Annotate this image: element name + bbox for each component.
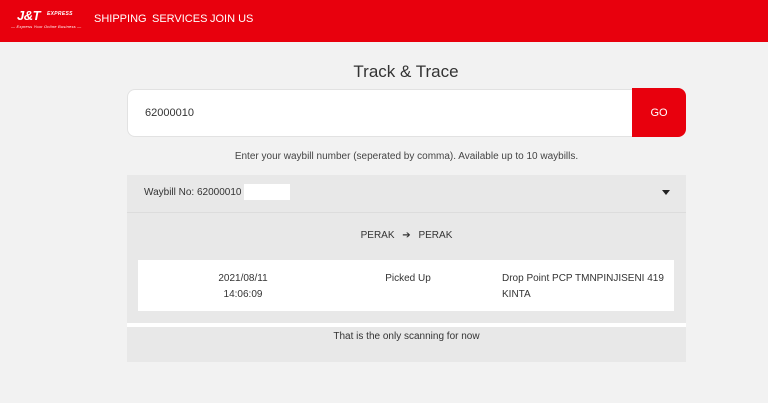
go-button[interactable]: GO	[632, 88, 686, 137]
nav-link-join-us[interactable]: JOIN US	[210, 13, 253, 25]
search-hint-text: Enter your waybill number (seperated by …	[234, 151, 579, 162]
scan-date: 2021/08/11	[218, 273, 268, 284]
scan-footer-note: That is the only scanning for now	[333, 331, 480, 342]
nav-link-services[interactable]: SERVICES	[152, 13, 207, 25]
redacted-area	[244, 184, 290, 200]
scan-row: 2021/08/11 14:06:09 Picked Up Drop Point…	[138, 260, 674, 311]
logo-tagline: — Express Your Online Business —	[11, 24, 82, 29]
jt-express-logo[interactable]: J&T EXPRESS — Express Your Online Busine…	[9, 8, 82, 32]
route-origin: PERAK	[360, 230, 395, 241]
scan-status: Picked Up	[385, 273, 431, 284]
scan-location: Drop Point PCP TMNPINJISENI 419 KINTA	[502, 271, 672, 303]
scan-datetime: 2021/08/11 14:06:09	[188, 271, 298, 303]
page-title: Track & Trace	[353, 62, 459, 81]
route-destination: PERAK	[418, 230, 453, 241]
logo-sup-text: EXPRESS	[47, 11, 73, 17]
tracking-result-panel: Waybill No: 62000010 PERAK ➔ PERAK 2021/…	[127, 175, 686, 362]
scan-location-line1: Drop Point PCP TMNPINJISENI 419	[502, 273, 664, 284]
scan-time: 14:06:09	[223, 289, 263, 300]
waybill-search-input[interactable]	[127, 89, 633, 137]
route-summary: PERAK ➔ PERAK	[127, 230, 686, 241]
arrow-right-icon: ➔	[402, 230, 411, 241]
logo-text: J&T	[17, 8, 41, 23]
caret-down-icon[interactable]	[662, 190, 670, 195]
top-navbar: J&T EXPRESS — Express Your Online Busine…	[0, 0, 768, 42]
waybill-header[interactable]: Waybill No: 62000010	[127, 175, 686, 213]
scan-location-line2: KINTA	[502, 289, 531, 300]
section-divider	[127, 323, 686, 327]
waybill-number-label: Waybill No: 62000010	[144, 187, 242, 198]
nav-link-shipping[interactable]: SHIPPING	[94, 13, 147, 25]
